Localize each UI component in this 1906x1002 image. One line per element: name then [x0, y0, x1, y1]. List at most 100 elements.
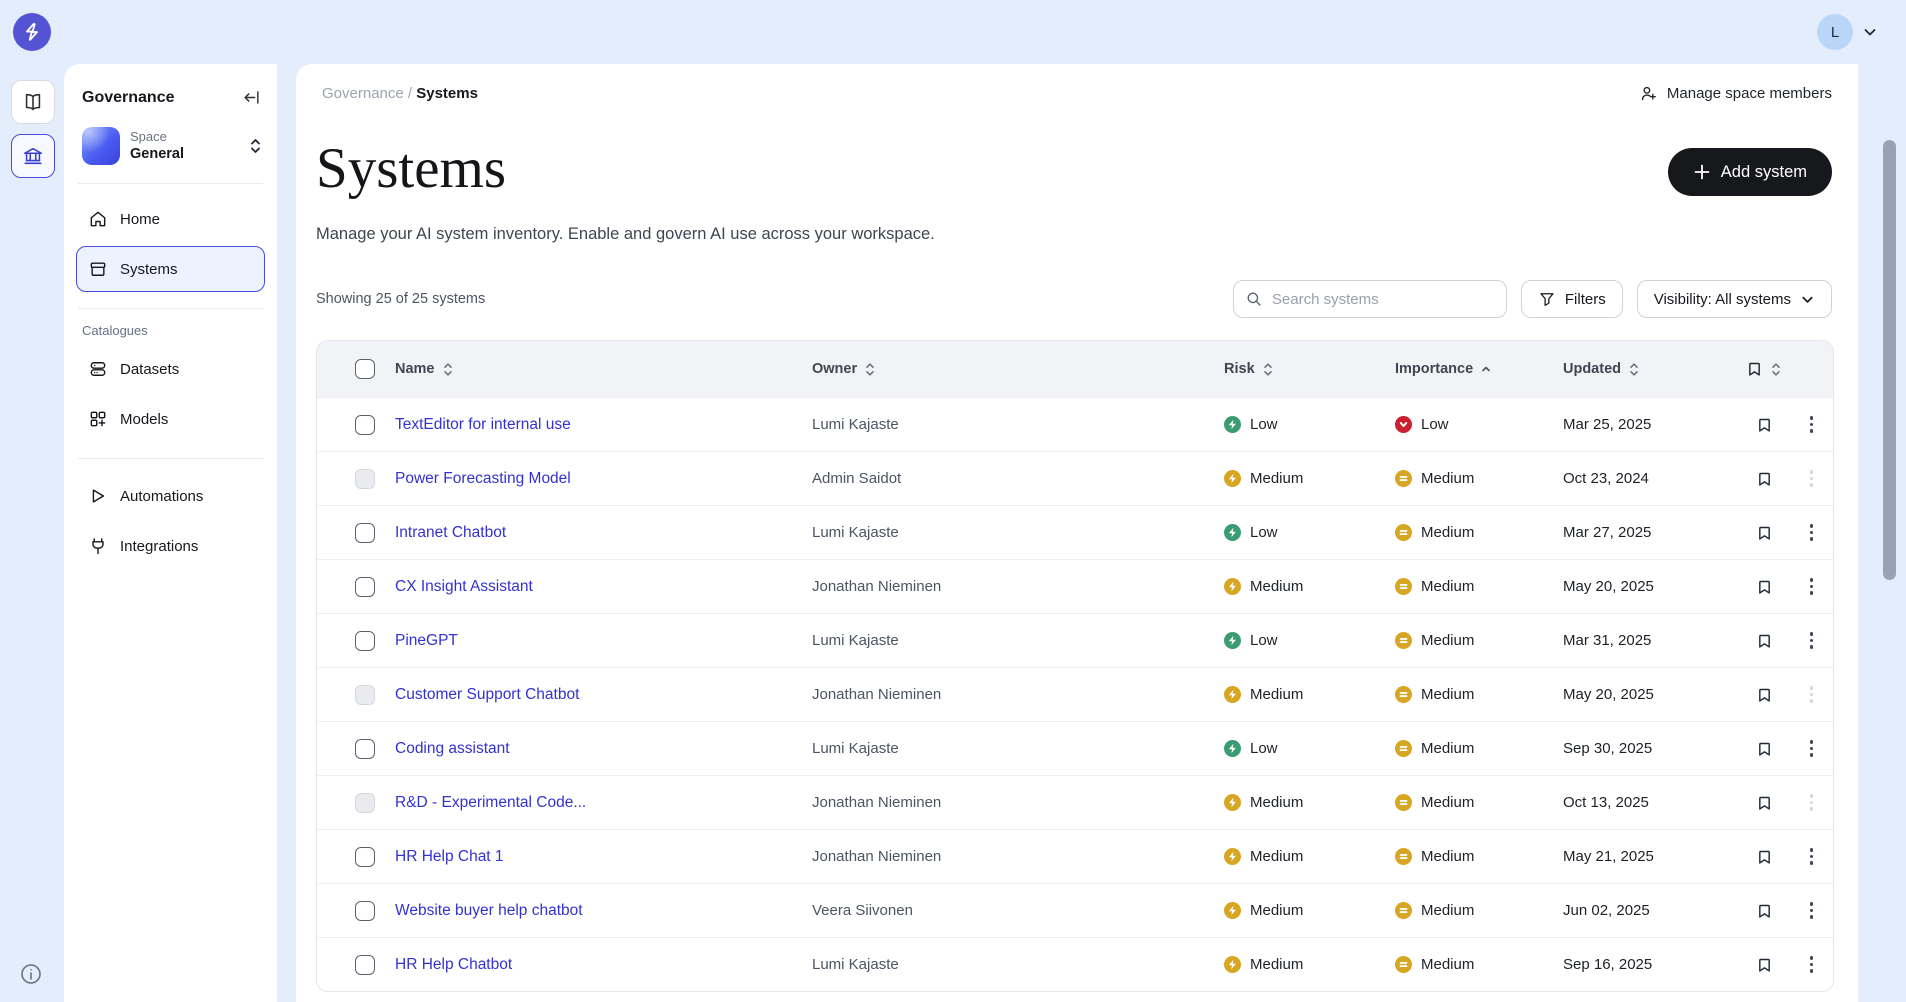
row-menu-button[interactable] [1802, 412, 1822, 437]
system-name-link[interactable]: HR Help Chatbot [395, 956, 512, 973]
row-checkbox[interactable] [355, 576, 375, 597]
row-bookmark-button[interactable] [1738, 578, 1790, 596]
sort-updown-icon [1262, 362, 1274, 377]
sidebar-item-datasets[interactable]: Datasets [76, 346, 265, 392]
row-menu-button[interactable] [1802, 574, 1822, 599]
row-checkbox[interactable] [355, 630, 375, 651]
row-bookmark-button[interactable] [1738, 524, 1790, 542]
system-name-link[interactable]: Intranet Chatbot [395, 524, 506, 541]
sidebar-item-systems[interactable]: Systems [76, 246, 265, 292]
row-bookmark-button[interactable] [1738, 632, 1790, 650]
visibility-dropdown[interactable]: Visibility: All systems [1636, 280, 1832, 318]
risk-cell: Medium [1224, 956, 1395, 973]
plus-icon [1693, 163, 1711, 181]
system-name-link[interactable]: HR Help Chat 1 [395, 848, 504, 865]
row-bookmark-button[interactable] [1738, 740, 1790, 758]
importance-label: Medium [1421, 794, 1475, 811]
row-menu-button[interactable] [1802, 898, 1822, 923]
column-header-owner[interactable]: Owner [812, 361, 1224, 377]
risk-badge-icon [1224, 956, 1241, 973]
row-menu-button[interactable] [1802, 790, 1822, 815]
row-checkbox[interactable] [355, 468, 375, 489]
knowledge-library-button[interactable] [11, 80, 55, 124]
row-checkbox[interactable] [355, 792, 375, 813]
column-header-updated[interactable]: Updated [1563, 361, 1738, 377]
book-icon [22, 91, 44, 113]
app-logo[interactable] [13, 13, 51, 51]
importance-badge-icon [1395, 956, 1412, 973]
manage-space-members-button[interactable]: Manage space members [1639, 84, 1832, 103]
importance-cell: Medium [1395, 686, 1563, 703]
sidebar-item-home[interactable]: Home [76, 196, 265, 242]
governance-button[interactable] [11, 134, 55, 178]
row-menu-button[interactable] [1802, 952, 1822, 977]
page-scrollbar[interactable] [1883, 140, 1896, 580]
importance-cell: Medium [1395, 524, 1563, 541]
account-chevron-down-icon[interactable] [1862, 24, 1878, 40]
risk-badge-icon [1224, 740, 1241, 757]
main-panel: Governance / Systems Manage space member… [296, 64, 1858, 1002]
row-bookmark-button[interactable] [1738, 902, 1790, 920]
risk-badge-icon [1224, 686, 1241, 703]
bookmark-icon [1756, 578, 1773, 596]
system-name-link[interactable]: R&D - Experimental Code... [395, 794, 586, 811]
search-input[interactable] [1232, 280, 1507, 318]
info-icon[interactable] [19, 962, 43, 986]
space-selector[interactable]: Space General [64, 125, 277, 183]
owner-cell: Lumi Kajaste [812, 524, 899, 541]
row-checkbox[interactable] [355, 900, 375, 921]
importance-badge-icon [1395, 416, 1412, 433]
row-checkbox[interactable] [355, 414, 375, 435]
system-name-link[interactable]: TextEditor for internal use [395, 416, 571, 433]
row-bookmark-button[interactable] [1738, 470, 1790, 488]
row-checkbox[interactable] [355, 738, 375, 759]
row-bookmark-button[interactable] [1738, 956, 1790, 974]
column-header-bookmark[interactable] [1738, 360, 1790, 378]
bookmark-icon [1756, 848, 1773, 866]
table-row: Power Forecasting Model Admin Saidot Med… [317, 451, 1833, 505]
user-avatar[interactable]: L [1817, 14, 1853, 50]
search-icon [1245, 290, 1263, 308]
sidebar-item-label: Models [120, 410, 169, 428]
row-menu-button[interactable] [1802, 844, 1822, 869]
sidebar-item-models[interactable]: Models [76, 396, 265, 442]
funnel-icon [1538, 290, 1556, 308]
row-menu-button[interactable] [1802, 466, 1822, 491]
system-name-link[interactable]: Power Forecasting Model [395, 470, 571, 487]
row-bookmark-button[interactable] [1738, 794, 1790, 812]
collapse-sidebar-icon[interactable] [242, 88, 261, 107]
breadcrumb-parent[interactable]: Governance [322, 85, 404, 102]
row-bookmark-button[interactable] [1738, 848, 1790, 866]
system-name-link[interactable]: Customer Support Chatbot [395, 686, 579, 703]
risk-label: Medium [1250, 848, 1304, 865]
filters-button[interactable]: Filters [1520, 280, 1623, 318]
row-checkbox[interactable] [355, 684, 375, 705]
column-header-name[interactable]: Name [395, 361, 812, 377]
row-checkbox[interactable] [355, 954, 375, 975]
sidebar-item-integrations[interactable]: Integrations [76, 523, 265, 569]
row-bookmark-button[interactable] [1738, 416, 1790, 434]
table-row: TextEditor for internal use Lumi Kajaste… [317, 397, 1833, 451]
chevron-down-icon [1800, 292, 1815, 307]
table-row: HR Help Chatbot Lumi Kajaste Medium Medi… [317, 937, 1833, 991]
system-name-link[interactable]: Coding assistant [395, 740, 510, 757]
row-menu-button[interactable] [1802, 520, 1822, 545]
risk-label: Low [1250, 632, 1278, 649]
row-menu-button[interactable] [1802, 736, 1822, 761]
row-menu-button[interactable] [1802, 682, 1822, 707]
system-name-link[interactable]: PineGPT [395, 632, 458, 649]
result-count: Showing 25 of 25 systems [316, 291, 486, 307]
row-menu-button[interactable] [1802, 628, 1822, 653]
system-name-link[interactable]: CX Insight Assistant [395, 578, 533, 595]
select-all-checkbox[interactable] [355, 359, 375, 379]
column-header-risk[interactable]: Risk [1224, 361, 1395, 377]
risk-badge-icon [1224, 470, 1241, 487]
system-name-link[interactable]: Website buyer help chatbot [395, 902, 583, 919]
row-checkbox[interactable] [355, 522, 375, 543]
add-system-button[interactable]: Add system [1667, 148, 1832, 196]
sidebar-item-automations[interactable]: Automations [76, 473, 265, 519]
row-checkbox[interactable] [355, 846, 375, 867]
importance-label: Medium [1421, 524, 1475, 541]
row-bookmark-button[interactable] [1738, 686, 1790, 704]
column-header-importance[interactable]: Importance [1395, 361, 1563, 377]
